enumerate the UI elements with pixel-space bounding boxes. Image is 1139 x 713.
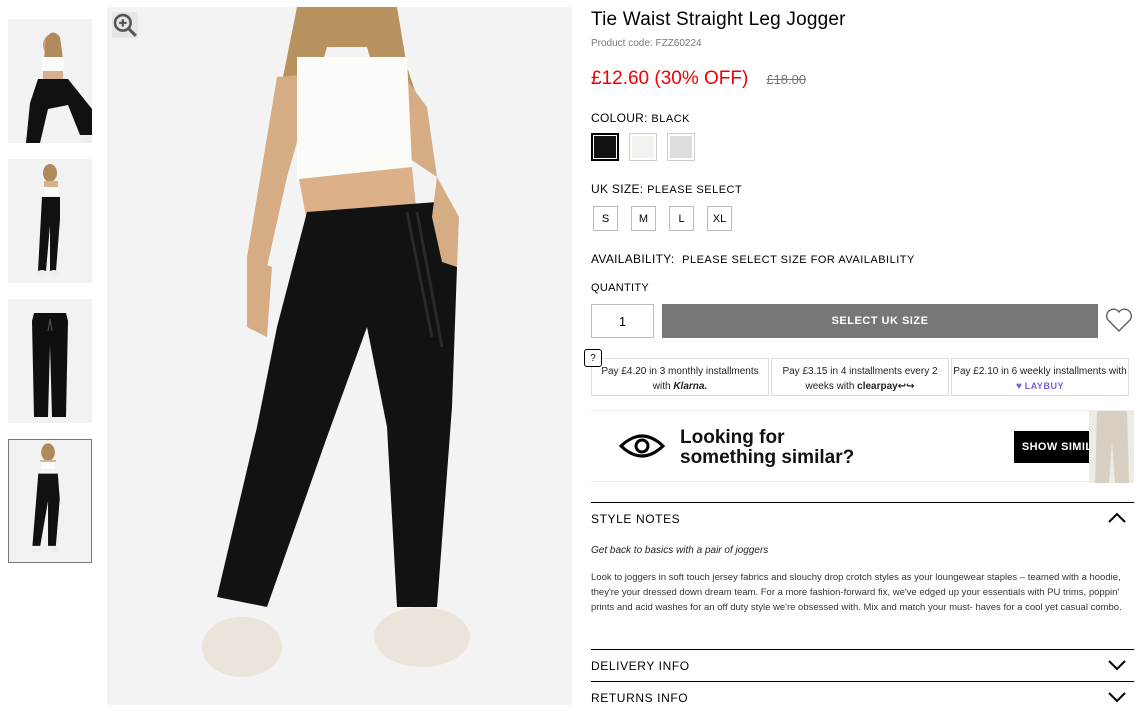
- clearpay-option[interactable]: Pay £3.15 in 4 installments every 2 week…: [771, 358, 949, 396]
- select-size-button[interactable]: SELECT UK SIZE: [662, 304, 1098, 338]
- style-notes-lead: Get back to basics with a pair of jogger…: [591, 545, 769, 556]
- product-title: Tie Waist Straight Leg Jogger: [591, 9, 846, 30]
- payment-help-button[interactable]: ?: [584, 349, 602, 367]
- similar-heading: Looking for something similar?: [680, 428, 854, 468]
- swatch-ecru[interactable]: [629, 133, 657, 161]
- thumbnail-3[interactable]: [8, 299, 92, 423]
- klarna-logo: Klarna.: [673, 381, 708, 392]
- original-price: £18.00: [766, 72, 807, 87]
- model-front-image: [9, 440, 91, 562]
- chevron-down-icon: [1108, 692, 1126, 703]
- laybuy-text: in 6 weekly installments with: [998, 366, 1127, 377]
- swatch-ecru-fill: [632, 136, 654, 158]
- style-notes-title: STYLE NOTES: [591, 512, 681, 526]
- laybuy-logo: LAYBUY: [1024, 381, 1064, 391]
- klarna-prefix: Pay: [601, 366, 622, 377]
- availability-value: PLEASE SELECT SIZE FOR AVAILABILITY: [682, 254, 915, 266]
- quantity-input[interactable]: [591, 304, 654, 338]
- colour-swatches: [591, 133, 695, 161]
- style-notes-header[interactable]: STYLE NOTES: [591, 502, 1134, 526]
- returns-info-header[interactable]: RETURNS INFO: [591, 681, 1134, 705]
- colour-label-row: COLOUR: BLACK: [591, 111, 690, 125]
- swatch-black-fill: [594, 136, 616, 158]
- clearpay-prefix: Pay: [782, 366, 803, 377]
- similar-line-2: something similar?: [680, 447, 855, 468]
- availability-row: AVAILABILITY: PLEASE SELECT SIZE FOR AVA…: [591, 252, 915, 266]
- colour-label: COLOUR:: [591, 111, 648, 125]
- laybuy-prefix: Pay: [953, 366, 974, 377]
- similar-line-1: Looking for: [680, 427, 785, 448]
- zoom-button[interactable]: [112, 12, 138, 38]
- clearpay-arrows-icon: ↩↪: [897, 381, 915, 392]
- size-l-button[interactable]: L: [669, 206, 694, 231]
- laybuy-amount: £2.10: [973, 366, 999, 377]
- laybuy-heart-icon: ♥: [1016, 381, 1022, 392]
- payment-options: Pay £4.20 in 3 monthly installments with…: [591, 358, 1129, 396]
- main-product-image: [107, 7, 572, 705]
- thumbnail-2[interactable]: [8, 159, 92, 283]
- size-label: UK SIZE:: [591, 182, 644, 196]
- size-label-row: UK SIZE: PLEASE SELECT: [591, 182, 742, 196]
- size-options: S M L XL: [593, 206, 732, 231]
- similar-banner: Looking for something similar? SHOW SIMI…: [591, 410, 1134, 483]
- flat-jogger-image: [8, 299, 92, 423]
- style-notes-body: Look to joggers in soft touch jersey fab…: [591, 572, 1122, 613]
- colour-value: BLACK: [651, 113, 690, 125]
- model-back-image: [8, 159, 92, 283]
- thumbnail-gallery: [8, 19, 92, 579]
- model-kneeling-image: [8, 19, 92, 143]
- availability-label: AVAILABILITY:: [591, 252, 675, 266]
- chevron-up-icon: [1108, 512, 1126, 523]
- model-wearing-joggers-image: [107, 7, 572, 705]
- size-value: PLEASE SELECT: [647, 184, 743, 196]
- quantity-label: QUANTITY: [591, 282, 650, 294]
- zoom-icon: [113, 13, 137, 37]
- size-m-button[interactable]: M: [631, 206, 656, 231]
- klarna-amount: £4.20: [621, 366, 647, 377]
- similar-preview-image: [1089, 411, 1134, 483]
- product-code: Product code: FZZ60224: [591, 38, 702, 49]
- thumbnail-1[interactable]: [8, 19, 92, 143]
- swatch-grey-fill: [670, 136, 692, 158]
- delivery-info-title: DELIVERY INFO: [591, 659, 690, 673]
- klarna-option[interactable]: Pay £4.20 in 3 monthly installments with…: [591, 358, 769, 396]
- delivery-info-header[interactable]: DELIVERY INFO: [591, 649, 1134, 673]
- chevron-down-icon: [1108, 660, 1126, 671]
- clearpay-amount: £3.15: [802, 366, 828, 377]
- swatch-black[interactable]: [591, 133, 619, 161]
- current-price: £12.60 (30% OFF): [591, 68, 749, 89]
- wishlist-button[interactable]: [1104, 305, 1134, 335]
- size-xl-button[interactable]: XL: [707, 206, 732, 231]
- swatch-grey[interactable]: [667, 133, 695, 161]
- clearpay-logo: clearpay: [857, 381, 898, 392]
- similar-item-image: [1089, 411, 1134, 483]
- size-s-button[interactable]: S: [593, 206, 618, 231]
- eye-icon: [619, 434, 665, 458]
- thumbnail-4[interactable]: [8, 439, 92, 563]
- heart-icon: [1106, 308, 1132, 332]
- laybuy-option[interactable]: Pay £2.10 in 6 weekly installments with …: [951, 358, 1129, 396]
- returns-info-title: RETURNS INFO: [591, 691, 689, 705]
- price-row: £12.60 (30% OFF) £18.00: [591, 68, 806, 90]
